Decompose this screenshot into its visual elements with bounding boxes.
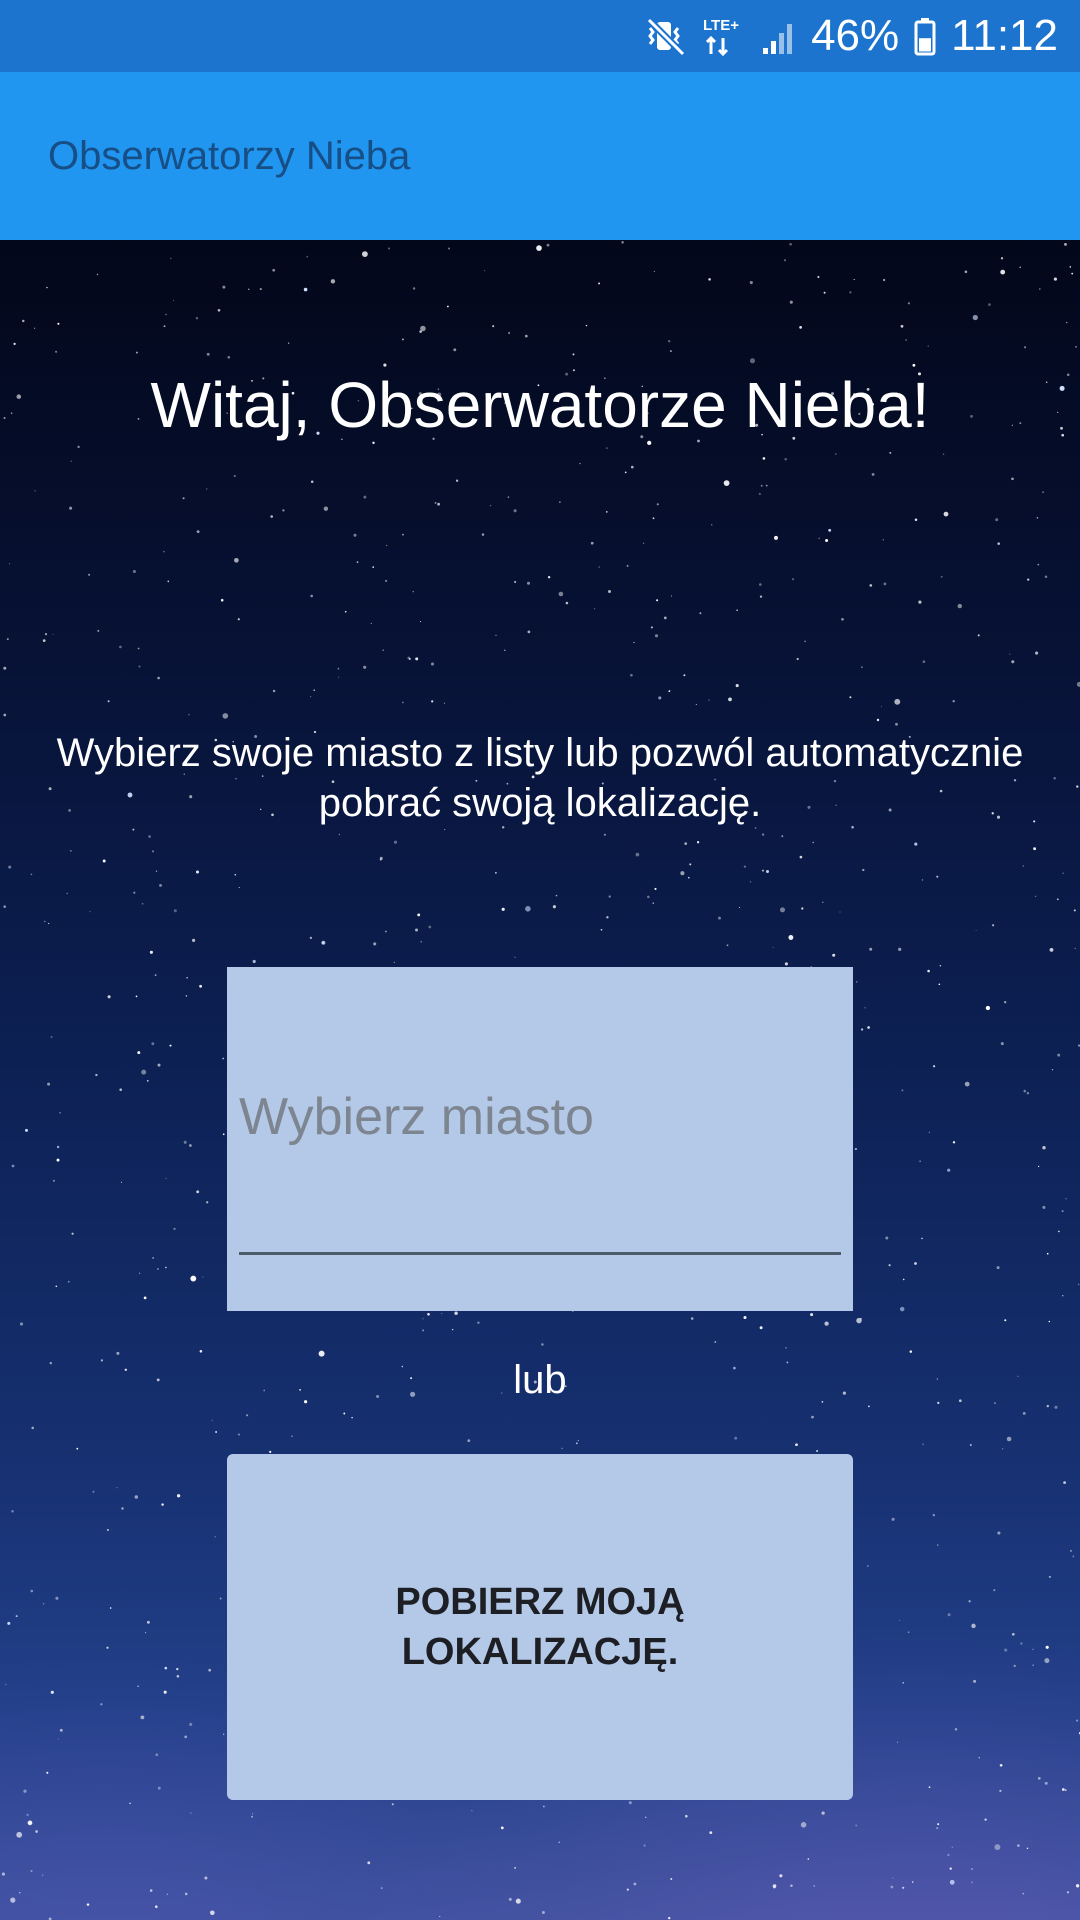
or-label: lub	[513, 1358, 567, 1402]
welcome-heading: Witaj, Obserwatorze Nieba!	[150, 369, 930, 441]
instruction-text: Wybierz swoje miasto z listy lub pozwól …	[56, 731, 1024, 825]
clock: 11:12	[951, 11, 1058, 60]
network-label: LTE+	[703, 17, 739, 34]
battery-percent: 46%	[811, 11, 900, 60]
status-icons: LTE+ 46% 11:12	[645, 0, 1058, 72]
battery-fill	[919, 38, 932, 52]
signal-icon	[763, 24, 793, 54]
city-input-underline	[239, 1252, 841, 1255]
get-location-button[interactable]: POBIERZ MOJĄ LOKALIZACJĘ.	[227, 1454, 853, 1800]
main-content: Witaj, Obserwatorze Nieba! Wybierz swoje…	[0, 240, 1080, 1920]
app-title: Obserwatorzy Nieba	[48, 134, 411, 178]
app-bar: Obserwatorzy Nieba	[0, 72, 1080, 240]
screen: LTE+ 46% 11:12 Obserwatorzy Nieba Witaj,…	[0, 0, 1080, 1920]
city-select-box[interactable]	[227, 967, 853, 1311]
status-bar: LTE+ 46% 11:12	[0, 0, 1080, 72]
battery-icon	[914, 18, 936, 56]
vibrate-mute-icon	[646, 17, 686, 57]
lte-data-icon: LTE+	[703, 17, 739, 57]
city-input[interactable]	[239, 1077, 839, 1157]
